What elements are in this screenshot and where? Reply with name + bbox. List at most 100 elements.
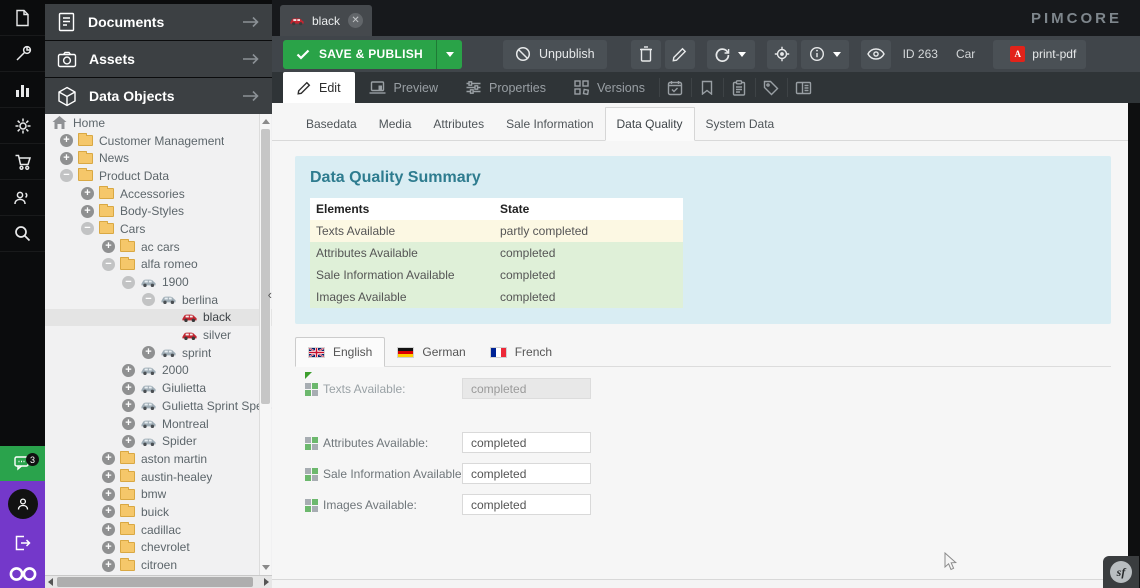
logout-button[interactable] xyxy=(14,535,31,551)
accordion-data-objects[interactable]: Data Objects xyxy=(45,78,272,114)
tree-item[interactable]: News xyxy=(45,149,272,167)
tab-properties[interactable]: Properties xyxy=(452,72,560,103)
tree-item[interactable]: cadillac xyxy=(45,521,272,539)
tree-item[interactable]: buick xyxy=(45,503,272,521)
language-tab-french[interactable]: French xyxy=(478,338,564,366)
collapse-icon[interactable] xyxy=(81,222,94,235)
tree-item[interactable]: Montreal xyxy=(45,415,272,433)
images-available-input[interactable] xyxy=(462,494,591,515)
rename-button[interactable] xyxy=(665,40,695,69)
subtab-attributes[interactable]: Attributes xyxy=(422,108,495,140)
expand-icon[interactable] xyxy=(142,346,155,359)
expand-icon[interactable] xyxy=(81,205,94,218)
expand-icon[interactable] xyxy=(102,240,115,253)
tab-reports[interactable] xyxy=(724,72,755,103)
expand-icon[interactable] xyxy=(122,399,135,412)
expand-icon[interactable] xyxy=(122,382,135,395)
ecommerce-rail-icon[interactable] xyxy=(0,144,45,180)
tree-item[interactable]: aston martin xyxy=(45,450,272,468)
tab-schedule[interactable] xyxy=(660,72,691,103)
notifications-button[interactable]: 3 xyxy=(0,446,45,481)
tree-item[interactable]: citroen xyxy=(45,556,272,574)
tab-workflow[interactable] xyxy=(788,72,819,103)
expand-icon[interactable] xyxy=(102,452,115,465)
expand-icon[interactable] xyxy=(102,470,115,483)
panel-collapse-handle[interactable]: ‹ xyxy=(268,288,272,301)
tree-item[interactable]: sprint xyxy=(45,344,272,362)
scroll-right-arrow[interactable] xyxy=(264,578,269,586)
expand-icon[interactable] xyxy=(102,523,115,536)
tree-item[interactable]: Accessories xyxy=(45,185,272,203)
tree-item[interactable]: ac cars xyxy=(45,238,272,256)
language-tab-english[interactable]: English xyxy=(295,337,385,367)
symfony-toolbar-button[interactable]: sf xyxy=(1103,556,1139,588)
users-rail-icon[interactable] xyxy=(0,180,45,216)
tree-item[interactable]: silver xyxy=(45,326,272,344)
tree-item[interactable]: Product Data xyxy=(45,167,272,185)
tree-item-home[interactable]: Home xyxy=(45,114,272,132)
collapse-icon[interactable] xyxy=(122,276,135,289)
delete-button[interactable] xyxy=(631,40,661,69)
tree-item[interactable]: Gulietta Sprint Specia xyxy=(45,397,272,415)
expand-icon[interactable] xyxy=(102,559,115,572)
tree-item[interactable]: Cars xyxy=(45,220,272,238)
tab-notes[interactable] xyxy=(692,72,723,103)
tree-item[interactable]: Body-Styles xyxy=(45,202,272,220)
accordion-documents[interactable]: Documents xyxy=(45,4,272,40)
user-avatar-button[interactable] xyxy=(8,489,38,519)
tab-tags[interactable] xyxy=(756,72,787,103)
close-icon[interactable]: ✕ xyxy=(348,13,363,28)
expand-icon[interactable] xyxy=(102,505,115,518)
scroll-left-arrow[interactable] xyxy=(48,578,53,586)
subtab-system-data[interactable]: System Data xyxy=(695,108,786,140)
tree-item[interactable]: bmw xyxy=(45,485,272,503)
tree-item[interactable]: chevrolet xyxy=(45,539,272,557)
scroll-up-arrow[interactable] xyxy=(262,119,270,124)
tab-preview[interactable]: Preview xyxy=(355,72,452,103)
texts-available-input[interactable] xyxy=(462,378,591,399)
subtab-data-quality[interactable]: Data Quality xyxy=(605,107,695,141)
open-object-tab[interactable]: black ✕ xyxy=(280,5,372,36)
tree-item-selected[interactable]: black xyxy=(45,309,272,327)
save-publish-button[interactable]: SAVE & PUBLISH xyxy=(283,40,462,69)
search-rail-icon[interactable] xyxy=(0,216,45,252)
tree-item[interactable]: Customer Management xyxy=(45,132,272,150)
collapse-icon[interactable] xyxy=(102,258,115,271)
subtab-media[interactable]: Media xyxy=(368,108,423,140)
locate-in-tree-button[interactable] xyxy=(767,40,797,69)
tree-item[interactable]: Giulietta xyxy=(45,379,272,397)
expand-icon[interactable] xyxy=(122,417,135,430)
tab-versions[interactable]: Versions xyxy=(560,72,659,103)
settings-rail-icon[interactable] xyxy=(0,108,45,144)
reload-button[interactable] xyxy=(707,40,755,69)
tree-vertical-scrollbar[interactable] xyxy=(259,114,271,575)
tree-item[interactable]: 1900 xyxy=(45,273,272,291)
unpublish-button[interactable]: Unpublish xyxy=(503,40,607,69)
documents-rail-icon[interactable] xyxy=(0,0,45,36)
accordion-assets[interactable]: Assets xyxy=(45,41,272,77)
attributes-available-input[interactable] xyxy=(462,432,591,453)
open-preview-button[interactable] xyxy=(861,40,891,69)
info-button[interactable] xyxy=(801,40,849,69)
print-pdf-button[interactable]: A print-pdf xyxy=(993,40,1086,69)
subtab-basedata[interactable]: Basedata xyxy=(295,108,368,140)
reports-rail-icon[interactable] xyxy=(0,72,45,108)
tree-item[interactable]: berlina xyxy=(45,291,272,309)
expand-icon[interactable] xyxy=(122,435,135,448)
tree-item[interactable]: 2000 xyxy=(45,362,272,380)
expand-icon[interactable] xyxy=(60,134,73,147)
expand-icon[interactable] xyxy=(102,541,115,554)
scrollbar-thumb[interactable] xyxy=(57,577,253,587)
tree-horizontal-scrollbar[interactable] xyxy=(45,575,272,588)
scroll-down-arrow[interactable] xyxy=(262,565,270,570)
scrollbar-thumb[interactable] xyxy=(261,129,270,404)
tree-item[interactable]: alfa romeo xyxy=(45,256,272,274)
expand-icon[interactable] xyxy=(60,152,73,165)
collapse-icon[interactable] xyxy=(60,169,73,182)
language-tab-german[interactable]: German xyxy=(385,338,477,366)
collapse-icon[interactable] xyxy=(142,293,155,306)
tab-edit[interactable]: Edit xyxy=(283,72,355,103)
expand-icon[interactable] xyxy=(122,364,135,377)
tree-item[interactable]: austin-healey xyxy=(45,468,272,486)
tools-rail-icon[interactable] xyxy=(0,36,45,72)
